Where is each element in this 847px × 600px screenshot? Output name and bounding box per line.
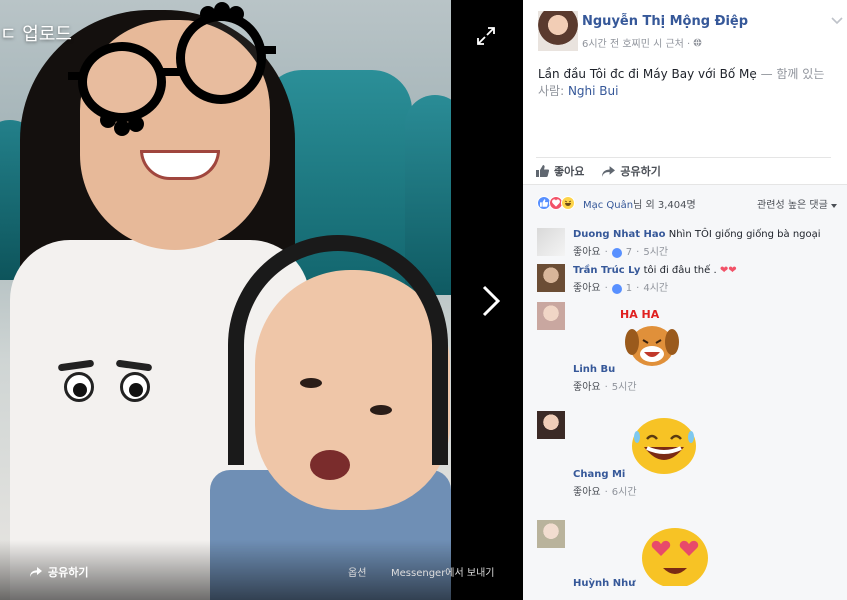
commenter-name[interactable]: Chang Mi xyxy=(573,469,625,480)
photo-viewer: ㄷ 업로드 공유하기 옵션 Messenger에서 보내기 xyxy=(0,0,523,600)
post-actions: 좋아요 공유하기 xyxy=(536,157,831,184)
eyes-sticker-eye xyxy=(120,372,150,402)
post-text: Lần đầu Tôi đc đi Máy Bay với Bố Mẹ — 함께… xyxy=(538,66,838,100)
glasses-sticker-lens xyxy=(176,12,266,104)
comment-time[interactable]: 4시간 xyxy=(643,282,668,296)
glasses-sticker-bridge xyxy=(160,68,182,76)
like-reaction-icon xyxy=(611,248,622,258)
commenter-name[interactable]: Trần Trúc Ly xyxy=(573,265,640,276)
share-arrow-icon xyxy=(30,567,42,577)
post-meta: 6시간 전 호찌민 시 근처 · xyxy=(582,35,702,50)
post-panel: Nguyễn Thị Mộng Điệp 6시간 전 호찌민 시 근처 · Lầ… xyxy=(523,0,847,600)
comments-list: Duong Nhat Hao Nhìn TÔI giống giống bà n… xyxy=(523,218,847,600)
comment-time[interactable]: 5시간 xyxy=(643,246,668,260)
share-arrow-icon xyxy=(602,165,616,177)
comment-meta: 좋아요 · 5시간 xyxy=(573,381,637,395)
author-avatar[interactable] xyxy=(538,11,578,51)
comment-like-button[interactable]: 좋아요 xyxy=(573,246,601,260)
post-timestamp-location[interactable]: 6시간 전 호찌민 시 근처 · xyxy=(582,35,690,50)
laughing-dog-sticker: HA HA xyxy=(620,308,680,366)
comment-body: Huỳnh Như xyxy=(573,520,833,591)
comment-like-button[interactable]: 좋아요 xyxy=(573,282,601,296)
comment-sort-dropdown[interactable]: 관련성 높은 댓글 xyxy=(757,196,837,211)
photo[interactable] xyxy=(0,0,451,600)
reactor-count: 님 외 3,404명 xyxy=(633,200,696,211)
chevron-down-icon[interactable] xyxy=(830,16,844,26)
commenter-name[interactable]: Duong Nhat Hao xyxy=(573,229,666,240)
glasses-sticker-ruffle xyxy=(228,6,244,22)
reactors-summary[interactable]: Mạc Quân님 외 3,404명 xyxy=(583,196,696,211)
commenter-avatar[interactable] xyxy=(537,411,565,439)
comment-text: tôi đi đâu thế . xyxy=(643,265,717,276)
send-in-messenger-link[interactable]: Messenger에서 보내기 xyxy=(391,564,494,579)
reactor-name[interactable]: Mạc Quân xyxy=(583,200,633,211)
share-button[interactable]: 공유하기 xyxy=(602,163,661,179)
commenter-avatar[interactable] xyxy=(537,302,565,330)
comment-meta: 좋아요 · 7 · 5시간 xyxy=(573,246,669,260)
options-link[interactable]: 옵션 xyxy=(348,564,366,579)
heart-emoji-icon: ❤❤ xyxy=(719,265,737,276)
reaction-icons[interactable] xyxy=(537,196,575,210)
glasses-sticker-arm xyxy=(262,46,276,54)
baby-mouth xyxy=(310,450,350,480)
glasses-sticker-lens xyxy=(78,42,166,122)
glasses-sticker-arm xyxy=(68,72,82,80)
author-name[interactable]: Nguyễn Thị Mộng Điệp xyxy=(582,14,748,29)
post-header: Nguyễn Thị Mộng Điệp 6시간 전 호찌민 시 근처 · xyxy=(538,11,843,55)
globe-icon xyxy=(693,38,702,47)
glasses-sticker-ruffle xyxy=(128,116,144,132)
share-photo-label: 공유하기 xyxy=(48,566,89,579)
comment-meta: 좋아요 · 6시간 xyxy=(573,486,637,500)
comment-body: Chang Mi 좋아요 · 6시간 xyxy=(573,411,833,500)
baby-headphones xyxy=(228,235,448,465)
svg-text:HA HA: HA HA xyxy=(620,308,660,321)
heart-eyes-face-sticker xyxy=(641,528,708,588)
album-title: ㄷ 업로드 xyxy=(0,24,72,45)
comment-meta: 좋아요 · 1 · 4시간 xyxy=(573,282,669,296)
reactions-row: Mạc Quân님 외 3,404명 관련성 높은 댓글 xyxy=(523,184,847,218)
like-reaction-icon xyxy=(611,284,622,294)
tagged-person-link[interactable]: Nghi Bui xyxy=(568,84,619,98)
commenter-name[interactable]: Linh Bu xyxy=(573,364,615,375)
comment-like-button[interactable]: 좋아요 xyxy=(573,381,601,395)
haha-reaction-icon xyxy=(561,196,575,210)
comment-body: Trần Trúc Ly tôi đi đâu thế . ❤❤ 좋아요 · 1… xyxy=(573,264,833,296)
commenter-name[interactable]: Huỳnh Như xyxy=(573,578,635,589)
expand-icon[interactable] xyxy=(476,26,496,46)
laughing-face-sticker xyxy=(631,418,696,474)
comment-time[interactable]: 5시간 xyxy=(612,381,637,395)
eyes-sticker-eye xyxy=(64,372,94,402)
comment-like-count[interactable]: 1 xyxy=(626,282,632,296)
caret-down-icon xyxy=(831,204,837,208)
like-button-label: 좋아요 xyxy=(554,165,585,178)
comment-body: Linh Bu HA HA 좋아요 · 5시간 xyxy=(573,302,833,395)
like-button[interactable]: 좋아요 xyxy=(536,163,584,179)
share-button-label: 공유하기 xyxy=(620,165,661,178)
comment-text: Nhìn TÔI giống giống bà ngoại xyxy=(668,229,821,240)
chevron-right-icon[interactable] xyxy=(480,284,502,318)
thumbs-up-icon xyxy=(536,165,549,177)
commenter-avatar[interactable] xyxy=(537,228,565,256)
post-caption: Lần đầu Tôi đc đi Máy Bay với Bố Mẹ xyxy=(538,67,757,81)
comment-time[interactable]: 6시간 xyxy=(612,486,637,500)
comment-like-button[interactable]: 좋아요 xyxy=(573,486,601,500)
comment-like-count[interactable]: 7 xyxy=(626,246,632,260)
share-photo-button[interactable]: 공유하기 xyxy=(30,564,88,580)
comment-sort-label: 관련성 높은 댓글 xyxy=(757,200,828,211)
commenter-avatar[interactable] xyxy=(537,264,565,292)
comment-body: Duong Nhat Hao Nhìn TÔI giống giống bà n… xyxy=(573,228,833,260)
baby-eye xyxy=(370,405,392,415)
commenter-avatar[interactable] xyxy=(537,520,565,548)
baby-eye xyxy=(300,378,322,388)
